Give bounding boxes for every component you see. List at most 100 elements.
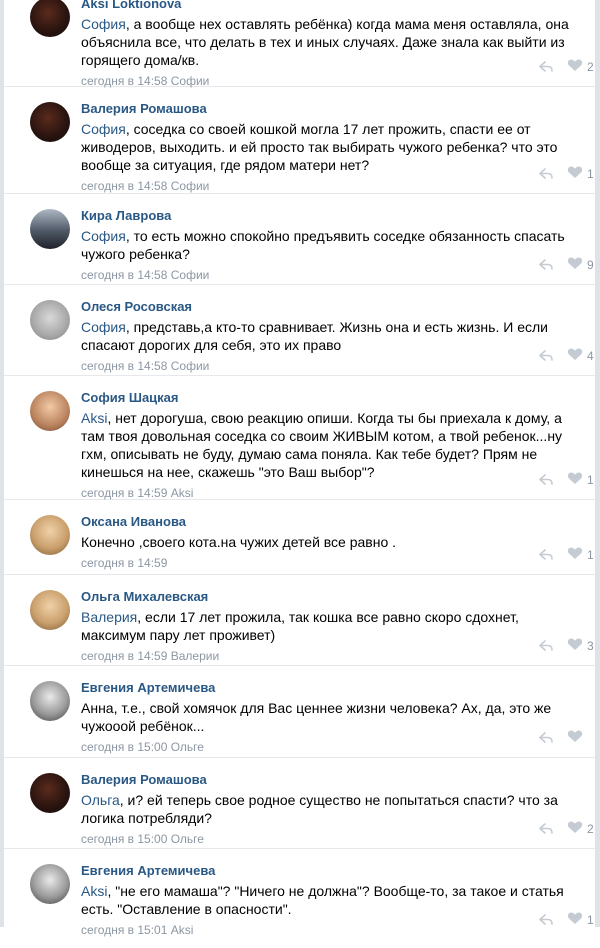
reply-arrow-icon[interactable] xyxy=(533,730,559,746)
comment-actions: 9 xyxy=(533,256,595,275)
comment-actions: 1 xyxy=(533,165,595,184)
comment-author[interactable]: Aksi Loktionova xyxy=(81,0,575,12)
reply-arrow-icon[interactable] xyxy=(533,166,559,182)
like-button[interactable]: 1 xyxy=(567,546,595,565)
reply-to-link[interactable]: София xyxy=(81,319,126,335)
avatar[interactable] xyxy=(30,773,70,813)
comment-author[interactable]: Евгения Артемичева xyxy=(81,680,575,696)
heart-icon xyxy=(567,637,583,656)
comment-author[interactable]: Евгения Артемичева xyxy=(81,863,575,879)
like-count: 4 xyxy=(587,349,594,363)
avatar[interactable] xyxy=(30,681,70,721)
comment-item: Евгения Артемичева Анна, т.е., свой хомя… xyxy=(4,666,595,758)
comment-actions: 3 xyxy=(533,637,595,656)
comment-text: София, то есть можно спокойно предъявить… xyxy=(81,228,565,262)
avatar[interactable] xyxy=(30,0,70,37)
comment-meta[interactable]: сегодня в 14:59 Aksi xyxy=(81,485,575,501)
comment-actions: 1 xyxy=(533,911,595,928)
avatar[interactable] xyxy=(30,102,70,142)
like-count: 1 xyxy=(587,548,594,562)
comment-meta[interactable]: сегодня в 14:58 Софии xyxy=(81,178,575,194)
heart-icon xyxy=(567,471,583,490)
like-count: 9 xyxy=(587,258,594,272)
like-button[interactable]: 9 xyxy=(567,256,595,275)
reply-arrow-icon[interactable] xyxy=(533,821,559,837)
comment-meta[interactable]: сегодня в 14:59 Валерии xyxy=(81,648,575,664)
avatar[interactable] xyxy=(30,391,70,431)
comment-author[interactable]: Кира Лаврова xyxy=(81,208,575,224)
comment-item: Ольга Михалевская Валерия, если 17 лет п… xyxy=(4,575,595,666)
avatar[interactable] xyxy=(30,590,70,630)
comment-actions: 1 xyxy=(533,471,595,490)
reply-to-link[interactable]: София xyxy=(81,121,126,137)
comment-author[interactable]: Оксана Иванова xyxy=(81,514,575,530)
comment-meta[interactable]: сегодня в 14:58 Софии xyxy=(81,267,575,283)
comment-item: Оксана Иванова Конечно ,своего кота.на ч… xyxy=(4,500,595,575)
avatar[interactable] xyxy=(30,515,70,555)
comment-text: София, соседка со своей кошкой могла 17 … xyxy=(81,121,558,173)
comment-list: Aksi Loktionova София, а вообще нех оста… xyxy=(4,0,595,939)
comment-meta[interactable]: сегодня в 15:00 Ольге xyxy=(81,831,575,847)
comment-author[interactable]: Валерия Ромашова xyxy=(81,772,575,788)
comment-meta[interactable]: сегодня в 14:58 Софии xyxy=(81,358,575,374)
comment-author[interactable]: Олеся Росовская xyxy=(81,299,575,315)
comment-item: Aksi Loktionova София, а вообще нех оста… xyxy=(4,0,595,88)
heart-icon xyxy=(567,58,583,77)
reply-to-link[interactable]: София xyxy=(81,16,126,32)
reply-arrow-icon[interactable] xyxy=(533,912,559,928)
like-count: 1 xyxy=(587,167,594,181)
like-button[interactable]: 3 xyxy=(567,637,595,656)
like-button[interactable]: 2 xyxy=(567,820,595,839)
like-count: 1 xyxy=(587,473,594,487)
like-button[interactable]: 2 xyxy=(567,58,595,77)
reply-arrow-icon[interactable] xyxy=(533,638,559,654)
reply-to-link[interactable]: Aksi xyxy=(81,410,107,426)
reply-arrow-icon[interactable] xyxy=(533,348,559,364)
heart-icon xyxy=(567,256,583,275)
like-count: 3 xyxy=(587,639,594,653)
comment-item: Валерия Ромашова София, соседка со своей… xyxy=(4,87,595,194)
reply-arrow-icon[interactable] xyxy=(533,547,559,563)
reply-arrow-icon[interactable] xyxy=(533,59,559,75)
comment-actions: 1 xyxy=(533,546,595,565)
comment-author[interactable]: Валерия Ромашова xyxy=(81,101,575,117)
reply-arrow-icon[interactable] xyxy=(533,257,559,273)
comment-meta[interactable]: сегодня в 15:00 Ольге xyxy=(81,739,575,755)
comment-item: Евгения Артемичева Aksi, "не его мамаша"… xyxy=(4,849,595,939)
avatar[interactable] xyxy=(30,864,70,904)
comment-text: София, а вообще нех оставлять ребёнка) к… xyxy=(81,16,569,68)
reply-to-link[interactable]: Ольга xyxy=(81,792,120,808)
comment-meta[interactable]: сегодня в 15:01 Aksi xyxy=(81,922,575,938)
like-count: 2 xyxy=(587,60,594,74)
heart-icon xyxy=(567,546,583,565)
comment-item: Кира Лаврова София, то есть можно спокой… xyxy=(4,194,595,285)
comment-author[interactable]: Ольга Михалевская xyxy=(81,589,575,605)
avatar[interactable] xyxy=(30,300,70,340)
reply-to-link[interactable]: Aksi xyxy=(81,883,107,899)
comment-actions: 2 xyxy=(533,820,595,839)
reply-to-link[interactable]: София xyxy=(81,228,126,244)
comment-meta[interactable]: сегодня в 14:59 xyxy=(81,555,575,571)
comment-item: Олеся Росовская София, представь,а кто-т… xyxy=(4,285,595,376)
heart-icon xyxy=(567,729,583,748)
comment-author[interactable]: София Шацкая xyxy=(81,390,575,406)
reply-arrow-icon[interactable] xyxy=(533,472,559,488)
heart-icon xyxy=(567,347,583,366)
like-button[interactable]: 4 xyxy=(567,347,595,366)
avatar[interactable] xyxy=(30,209,70,249)
comment-text: Ольга, и? ей теперь свое родное существо… xyxy=(81,792,558,826)
like-count: 2 xyxy=(587,822,594,836)
like-button[interactable]: 1 xyxy=(567,165,595,184)
like-button[interactable] xyxy=(567,729,595,748)
heart-icon xyxy=(567,165,583,184)
comment-text: Валерия, если 17 лет прожила, так кошка … xyxy=(81,609,519,643)
comment-item: Валерия Ромашова Ольга, и? ей теперь сво… xyxy=(4,758,595,849)
comment-actions xyxy=(533,729,595,748)
reply-to-link[interactable]: Валерия xyxy=(81,609,137,625)
comment-actions: 4 xyxy=(533,347,595,366)
comment-actions: 2 xyxy=(533,58,595,77)
like-button[interactable]: 1 xyxy=(567,471,595,490)
comment-item: София Шацкая Aksi, нет дорогуша, свою ре… xyxy=(4,376,595,500)
comment-text: Aksi, нет дорогуша, свою реакцию опиши. … xyxy=(81,410,563,480)
comment-text: София, представь,а кто-то сравнивает. Жи… xyxy=(81,319,548,353)
